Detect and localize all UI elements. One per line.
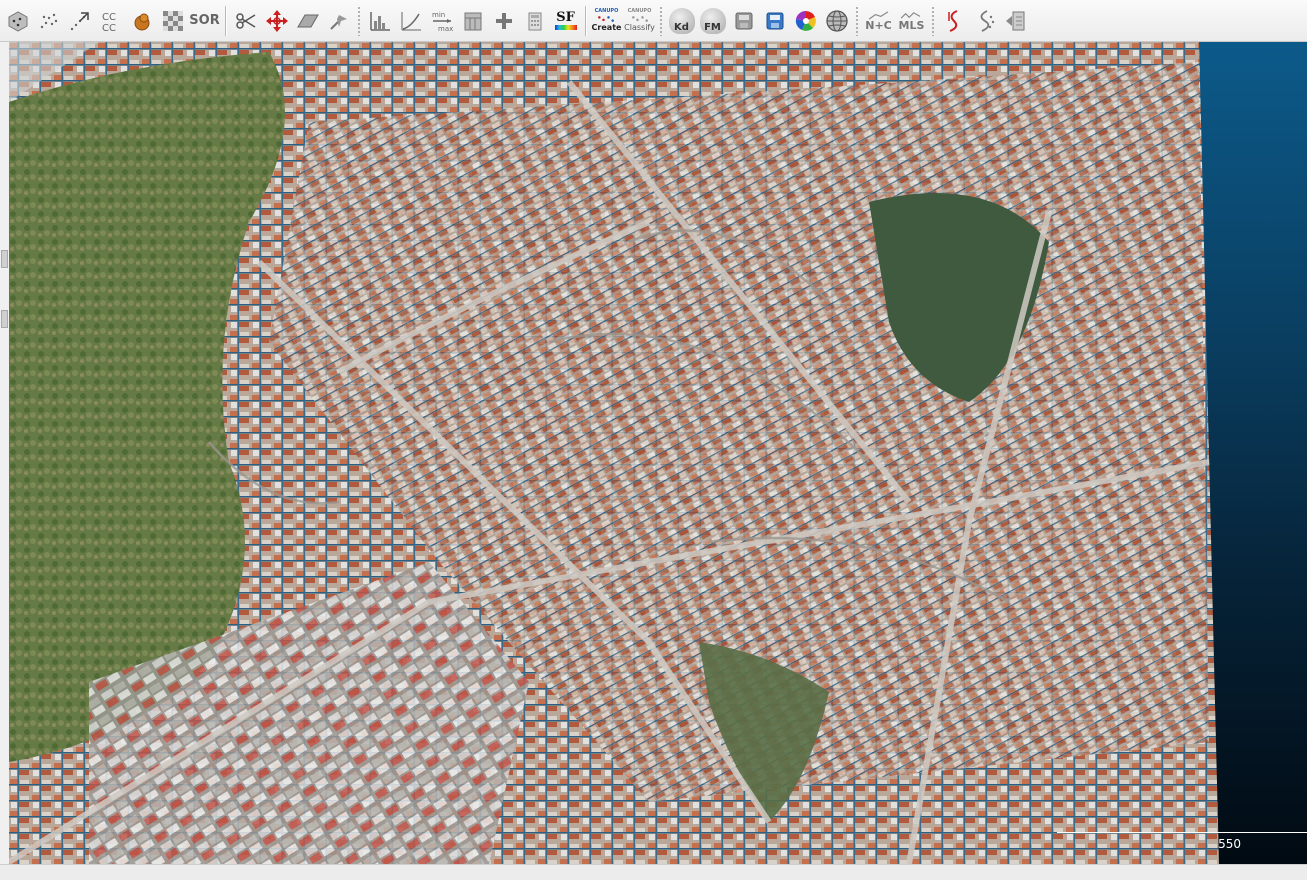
minmax-max-label: max xyxy=(438,25,453,33)
connected-components-icon: CCCC xyxy=(102,12,116,33)
toolbar-grip[interactable] xyxy=(357,5,361,36)
checkerboard-button[interactable] xyxy=(159,5,187,37)
svg-text:CC: CC xyxy=(102,23,116,33)
scissors-icon xyxy=(235,12,255,29)
add-button[interactable] xyxy=(490,5,518,37)
canupo-create-icon: CANUPO Create xyxy=(592,9,622,32)
kd-tree-button[interactable]: Kd xyxy=(668,5,696,37)
mls-label: MLS xyxy=(898,18,925,32)
3d-view[interactable]: 550 xyxy=(9,42,1307,864)
resample-icon xyxy=(70,11,89,30)
mls-smoothing-button[interactable]: MLS xyxy=(897,5,927,37)
calculator-icon xyxy=(528,12,541,30)
scale-label: 550 xyxy=(1218,837,1241,851)
point-picking-button[interactable] xyxy=(325,5,353,37)
scale-bar: 550 xyxy=(1057,832,1307,854)
red-curve-icon xyxy=(947,9,957,32)
color-wheel-icon xyxy=(795,10,816,31)
status-bar xyxy=(0,864,1307,880)
plus-icon xyxy=(495,12,512,29)
profile-points-icon xyxy=(980,9,994,32)
scalar-field-button[interactable]: SF xyxy=(552,5,580,37)
subsample-icon xyxy=(40,13,57,28)
mesh-sample-icon xyxy=(8,10,27,32)
export-csv-button[interactable] xyxy=(761,5,789,37)
histogram-button[interactable] xyxy=(366,5,394,37)
fm-label: FM xyxy=(704,21,721,33)
disk-export-icon xyxy=(735,12,752,29)
sf-rainbow-icon: SF xyxy=(554,10,577,30)
pinecone-icon xyxy=(134,13,149,30)
gradient-curve-icon xyxy=(401,11,421,30)
main-toolbar: CC CC SOR min max SF CANUPO Create CANUP… xyxy=(0,0,1307,42)
profile-extract-button[interactable] xyxy=(971,5,999,37)
sor-filter-button[interactable]: SOR xyxy=(189,5,220,37)
kd-label: Kd xyxy=(674,21,689,33)
subsample-button[interactable] xyxy=(35,5,63,37)
canupo-classify-button[interactable]: CANUPO Classify xyxy=(624,5,655,37)
minmax-icon: min max xyxy=(432,11,453,33)
color-wheel-button[interactable] xyxy=(792,5,820,37)
pin-tool-icon xyxy=(329,14,347,30)
gradient-button[interactable] xyxy=(397,5,425,37)
calculator-button[interactable] xyxy=(521,5,549,37)
toolbar-separator xyxy=(585,5,586,36)
fm-cloud-icon: FM xyxy=(699,7,726,34)
kd-cloud-icon: Kd xyxy=(668,7,695,34)
sf-arithmetic-button[interactable] xyxy=(459,5,487,37)
noise-filter-button[interactable] xyxy=(128,5,156,37)
minmax-button[interactable]: min max xyxy=(428,5,456,37)
sf-label: SF xyxy=(556,10,575,25)
import-export-button[interactable] xyxy=(1002,5,1030,37)
canupo-classify-icon: CANUPO Classify xyxy=(624,9,655,32)
ncc-label: N+C xyxy=(865,18,892,32)
export-sf-button[interactable] xyxy=(730,5,758,37)
cross-section-button[interactable] xyxy=(940,5,968,37)
plane-icon xyxy=(296,14,319,27)
fast-marching-button[interactable]: FM xyxy=(699,5,727,37)
checkerboard-icon xyxy=(162,10,183,31)
sor-label: SOR xyxy=(189,13,220,28)
toolbar-grip[interactable] xyxy=(931,5,935,36)
minmax-min-label: min xyxy=(432,11,445,19)
globe-icon xyxy=(825,9,848,32)
ncc-icon: N+C xyxy=(865,10,892,32)
sphere-button[interactable] xyxy=(823,5,851,37)
segment-button[interactable] xyxy=(232,5,260,37)
canupo-create-button[interactable]: CANUPO Create xyxy=(592,5,622,37)
plane-fit-button[interactable] xyxy=(294,5,322,37)
canupo-create-label: Create xyxy=(591,23,622,32)
scale-bar-line xyxy=(1057,832,1307,833)
dock-handle-top[interactable] xyxy=(1,250,8,268)
move-arrows-icon xyxy=(265,9,288,32)
histogram-icon xyxy=(369,11,390,31)
point-cloud[interactable] xyxy=(9,42,1307,864)
toolbar-grip[interactable] xyxy=(659,5,663,36)
canupo-classify-label: Classify xyxy=(624,23,655,32)
resample-button[interactable] xyxy=(66,5,94,37)
mesh-sample-button[interactable] xyxy=(4,5,32,37)
svg-text:CC: CC xyxy=(102,12,116,23)
mls-icon: MLS xyxy=(898,11,925,32)
disk-blue-icon xyxy=(766,12,783,29)
toolbar-separator xyxy=(225,5,226,36)
connected-components-button[interactable]: CC CC xyxy=(97,5,125,37)
dock-handle-bottom[interactable] xyxy=(1,310,8,328)
translate-rotate-button[interactable] xyxy=(263,5,291,37)
toolbar-grip[interactable] xyxy=(855,5,859,36)
table-icon xyxy=(464,12,481,30)
document-arrow-icon xyxy=(1005,11,1024,30)
normals-curvature-button[interactable]: N+C xyxy=(864,5,894,37)
